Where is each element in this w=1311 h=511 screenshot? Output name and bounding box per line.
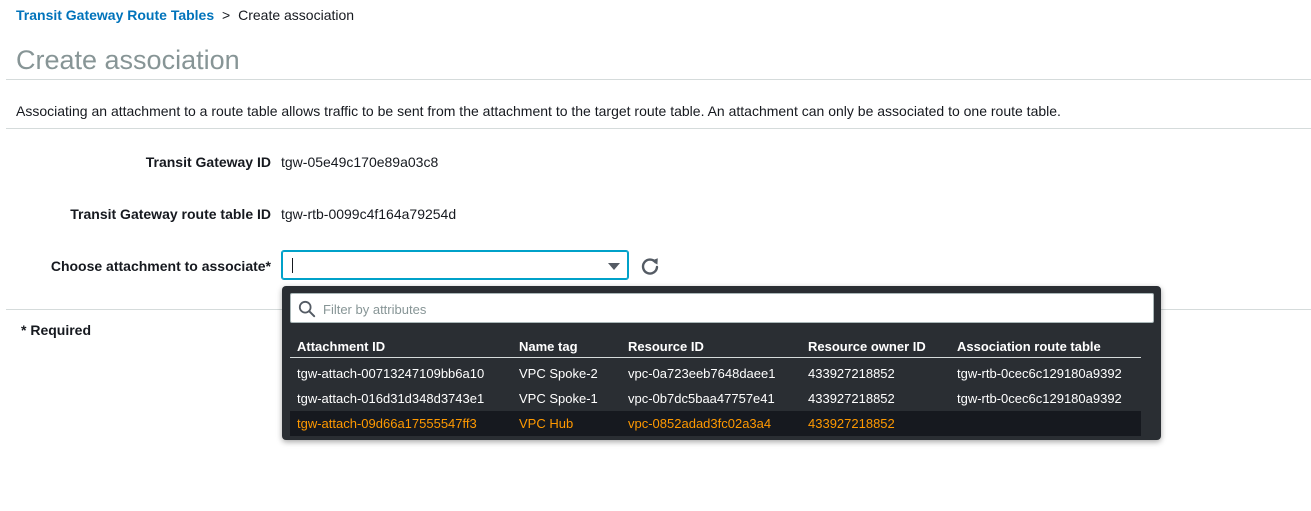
filter-field[interactable] [290, 293, 1154, 323]
column-header-resource-id: Resource ID [621, 335, 801, 358]
cell-owner-id: 433927218852 [808, 391, 895, 406]
text-caret [292, 258, 293, 273]
description-divider [6, 128, 1311, 129]
cell-owner-id: 433927218852 [808, 366, 895, 381]
cell-attachment-id: tgw-attach-016d31d348d3743e1 [297, 391, 485, 406]
page-title: Create association [16, 45, 240, 75]
column-header-attachment-id: Attachment ID [290, 335, 512, 358]
page-description: Associating an attachment to a route tab… [16, 103, 1061, 119]
cell-name-tag: VPC Spoke-2 [519, 366, 598, 381]
attachment-select-label: Choose attachment to associate* [50, 258, 271, 274]
cell-resource-id: vpc-0852adad3fc02a3a4 [621, 411, 801, 436]
breadcrumb: Transit Gateway Route Tables > Create as… [16, 7, 354, 23]
transit-gateway-id-label: Transit Gateway ID [145, 154, 271, 170]
cell-attachment-id: tgw-attach-09d66a17555547ff3 [290, 411, 512, 436]
cell-route-table: tgw-rtb-0cec6c129180a9392 [957, 391, 1122, 406]
chevron-down-icon[interactable] [608, 263, 620, 270]
breadcrumb-current: Create association [238, 7, 355, 23]
attachment-table: Attachment ID Name tag Resource ID Resou… [290, 335, 1141, 436]
cell-route-table [950, 411, 1141, 436]
table-row[interactable]: tgw-attach-00713247109bb6a10 VPC Spoke-2… [290, 358, 1141, 387]
attachment-select[interactable] [281, 250, 629, 280]
breadcrumb-link-route-tables[interactable]: Transit Gateway Route Tables [16, 7, 214, 23]
column-header-route-table: Association route table [950, 335, 1141, 358]
required-note: * Required [21, 322, 92, 338]
cell-owner-id: 433927218852 [801, 411, 950, 436]
column-header-name-tag: Name tag [512, 335, 621, 358]
route-table-id-label: Transit Gateway route table ID [70, 206, 271, 222]
title-divider [6, 79, 1311, 80]
cell-resource-id: vpc-0b7dc5baa47757e41 [628, 391, 775, 406]
refresh-icon[interactable] [640, 256, 660, 276]
table-header-row: Attachment ID Name tag Resource ID Resou… [290, 335, 1141, 358]
filter-input[interactable] [321, 298, 1125, 320]
cell-name-tag: VPC Hub [512, 411, 621, 436]
cell-name-tag: VPC Spoke-1 [519, 391, 598, 406]
cell-route-table: tgw-rtb-0cec6c129180a9392 [957, 366, 1122, 381]
attachment-dropdown-panel: Attachment ID Name tag Resource ID Resou… [282, 286, 1161, 440]
breadcrumb-separator: > [222, 7, 231, 23]
table-row-selected[interactable]: tgw-attach-09d66a17555547ff3 VPC Hub vpc… [290, 411, 1141, 436]
cell-resource-id: vpc-0a723eeb7648daee1 [628, 366, 776, 381]
cell-attachment-id: tgw-attach-00713247109bb6a10 [297, 366, 485, 381]
column-header-owner-id: Resource owner ID [801, 335, 950, 358]
search-icon [298, 300, 316, 318]
table-row[interactable]: tgw-attach-016d31d348d3743e1 VPC Spoke-1… [290, 386, 1141, 411]
transit-gateway-id-value: tgw-05e49c170e89a03c8 [281, 154, 439, 170]
route-table-id-value: tgw-rtb-0099c4f164a79254d [281, 206, 457, 222]
